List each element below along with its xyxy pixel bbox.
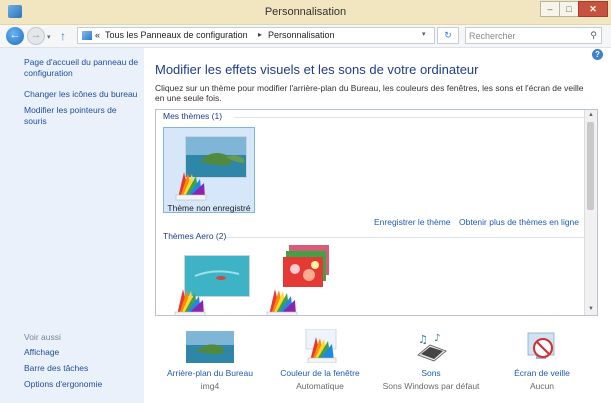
theme-unsaved[interactable]: Thème non enregistré bbox=[163, 127, 255, 213]
get-more-themes-link[interactable]: Obtenir plus de thèmes en ligne bbox=[459, 217, 579, 227]
sidebar-link-desktop-icons[interactable]: Changer les icônes du bureau bbox=[24, 89, 139, 100]
group-divider bbox=[234, 117, 584, 118]
setting-value: Automatique bbox=[296, 381, 344, 391]
address-bar[interactable]: « Tous les Panneaux de configuration ▸ P… bbox=[77, 27, 435, 44]
desktop-background-icon bbox=[186, 331, 234, 363]
history-dropdown-icon[interactable]: ▾ bbox=[47, 33, 51, 41]
up-arrow-icon[interactable]: ↑ bbox=[60, 29, 66, 43]
back-button[interactable]: ← bbox=[6, 27, 24, 45]
page-description: Cliquez sur un thème pour modifier l'arr… bbox=[155, 83, 584, 103]
theme-name: Thème non enregistré bbox=[167, 203, 251, 213]
breadcrumb-separator[interactable]: ▸ bbox=[258, 30, 262, 39]
minimize-button[interactable]: – bbox=[540, 1, 560, 17]
setting-value: img4 bbox=[200, 381, 220, 391]
maximize-button[interactable]: □ bbox=[559, 1, 579, 17]
breadcrumb-chevrons[interactable]: « bbox=[95, 30, 100, 40]
setting-title[interactable]: Écran de veille bbox=[492, 368, 592, 378]
maximize-icon: □ bbox=[566, 4, 572, 14]
color-palette-icon bbox=[175, 172, 207, 201]
control-panel-location-icon bbox=[82, 31, 92, 40]
scroll-thumb[interactable] bbox=[587, 122, 594, 210]
save-theme-link[interactable]: Enregistrer le thème bbox=[374, 217, 451, 227]
color-palette-icon bbox=[266, 289, 298, 315]
breadcrumb-all-control-panel[interactable]: Tous les Panneaux de configuration bbox=[105, 30, 248, 40]
page-title: Modifier les effets visuels et les sons … bbox=[155, 62, 479, 77]
see-also-heading: Voir aussi bbox=[24, 332, 61, 342]
search-icon[interactable]: ⚲ bbox=[590, 30, 597, 41]
close-icon: ✕ bbox=[589, 4, 597, 14]
aero-themes-heading: Thèmes Aero (2) bbox=[163, 231, 227, 241]
scroll-down-arrow[interactable]: ▼ bbox=[585, 304, 597, 315]
sidebar-link-taskbar[interactable]: Barre des tâches bbox=[24, 363, 88, 373]
help-icon[interactable]: ? bbox=[592, 49, 603, 60]
setting-title[interactable]: Arrière-plan du Bureau bbox=[160, 368, 260, 378]
refresh-button[interactable]: ↻ bbox=[437, 27, 459, 44]
svg-text:♫: ♫ bbox=[418, 333, 428, 346]
sounds-icon: ♫ ♪ bbox=[417, 333, 447, 362]
sidebar-link-control-panel-home[interactable]: Page d'accueil du panneau de configurati… bbox=[24, 57, 139, 79]
svg-text:♪: ♪ bbox=[434, 333, 440, 344]
screensaver-icon bbox=[527, 332, 555, 359]
search-box[interactable]: ⚲ bbox=[465, 27, 602, 44]
address-dropdown-icon[interactable]: ▾ bbox=[422, 30, 426, 38]
themes-scrollbar[interactable]: ▲ ▼ bbox=[584, 110, 597, 315]
sidebar-link-ease-of-access[interactable]: Options d'ergonomie bbox=[24, 379, 102, 389]
title-bar: Personnalisation – □ ✕ bbox=[0, 0, 611, 25]
close-button[interactable]: ✕ bbox=[578, 1, 608, 17]
theme-aero-1[interactable] bbox=[163, 245, 255, 315]
minimize-icon: – bbox=[547, 4, 553, 14]
theme-aero-2[interactable] bbox=[255, 245, 347, 315]
setting-title[interactable]: Couleur de la fenêtre bbox=[270, 368, 370, 378]
setting-title[interactable]: Sons bbox=[380, 368, 482, 378]
themes-list[interactable]: Mes thèmes (1) Thème non enregistré Enre… bbox=[155, 109, 598, 316]
sidebar-link-display[interactable]: Affichage bbox=[24, 347, 59, 357]
sidebar: Page d'accueil du panneau de configurati… bbox=[0, 48, 144, 403]
window-color-icon bbox=[305, 329, 337, 363]
window-title: Personnalisation bbox=[264, 6, 347, 18]
my-themes-heading: Mes thèmes (1) bbox=[163, 111, 223, 121]
color-palette-icon bbox=[174, 289, 206, 315]
scroll-up-arrow[interactable]: ▲ bbox=[585, 110, 597, 121]
navigation-bar: ← → ▾ ↑ « Tous les Panneaux de configura… bbox=[0, 25, 611, 48]
sidebar-link-mouse-pointers[interactable]: Modifier les pointeurs de souris bbox=[24, 105, 139, 127]
group-divider bbox=[226, 237, 584, 238]
forward-button[interactable]: → bbox=[27, 27, 45, 45]
setting-value: Aucun bbox=[529, 381, 555, 391]
setting-value: Sons Windows par défaut bbox=[382, 381, 480, 391]
search-input[interactable] bbox=[469, 29, 579, 42]
breadcrumb-personalization[interactable]: Personnalisation bbox=[268, 30, 335, 40]
